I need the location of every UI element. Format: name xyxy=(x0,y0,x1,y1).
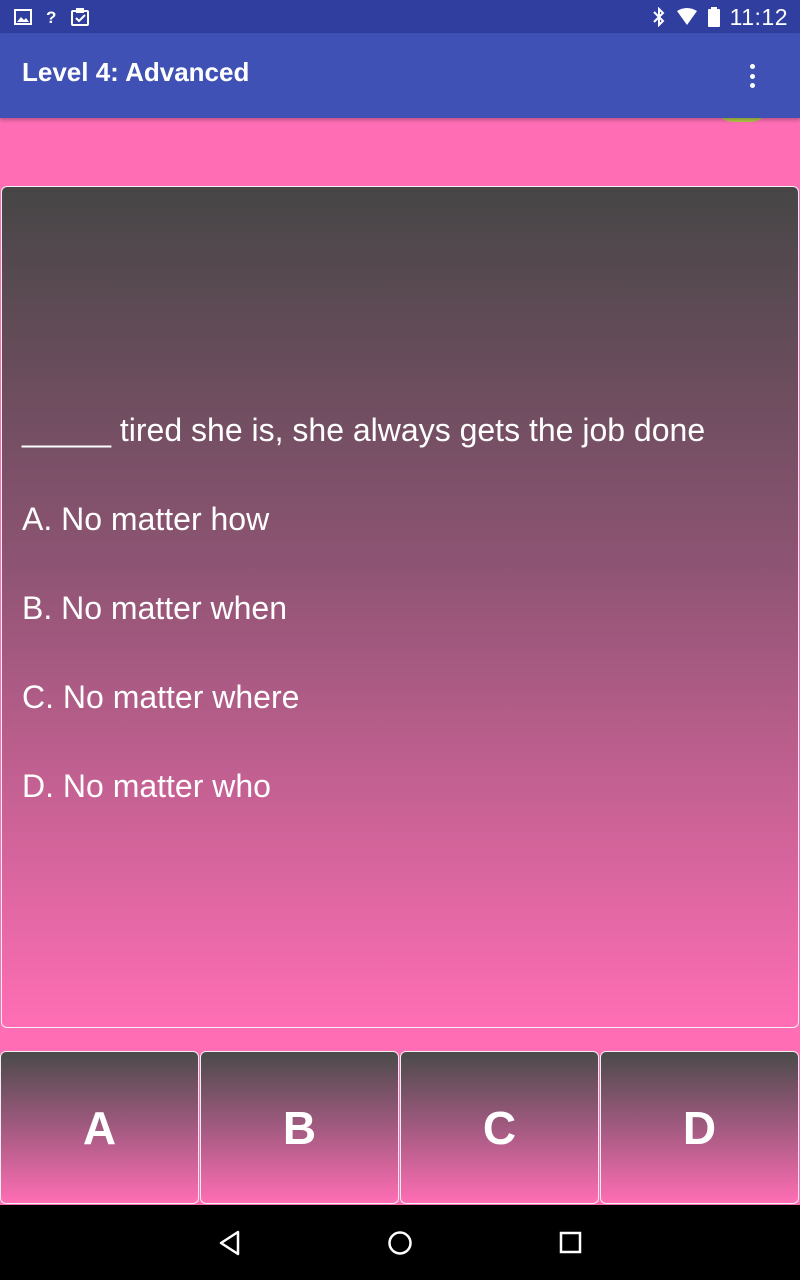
answer-button-d[interactable]: D xyxy=(600,1051,799,1204)
status-time: 11:12 xyxy=(729,3,788,30)
question-icon: ? xyxy=(46,7,57,27)
bluetooth-icon xyxy=(652,7,665,27)
home-icon[interactable] xyxy=(386,1229,414,1257)
recents-icon[interactable] xyxy=(557,1229,585,1257)
app-bar: Level 4: Advanced xyxy=(0,33,800,118)
answer-button-c[interactable]: C xyxy=(400,1051,599,1204)
overflow-menu-icon[interactable] xyxy=(740,61,764,91)
back-icon[interactable] xyxy=(216,1229,244,1257)
question-text: _____ tired she is, she always gets the … xyxy=(22,412,706,448)
option-c: C. No matter where xyxy=(22,679,300,715)
question-card: _____ tired she is, she always gets the … xyxy=(1,186,799,1028)
option-a: A. No matter how xyxy=(22,501,270,537)
answer-button-b[interactable]: B xyxy=(200,1051,399,1204)
battery-icon xyxy=(707,7,720,27)
navigation-bar xyxy=(0,1205,800,1280)
wifi-icon xyxy=(676,8,697,25)
status-system: 11:12 xyxy=(652,4,788,30)
option-b: B. No matter when xyxy=(22,590,287,626)
answer-button-a[interactable]: A xyxy=(0,1051,199,1204)
status-bar: ? 11:12 xyxy=(0,0,800,33)
clipboard-check-icon xyxy=(71,8,90,26)
answer-buttons: A B C D xyxy=(0,1051,800,1205)
page-title: Level 4: Advanced xyxy=(22,57,250,87)
image-icon xyxy=(14,9,32,25)
status-notifications: ? xyxy=(14,6,90,28)
option-d: D. No matter who xyxy=(22,768,271,804)
